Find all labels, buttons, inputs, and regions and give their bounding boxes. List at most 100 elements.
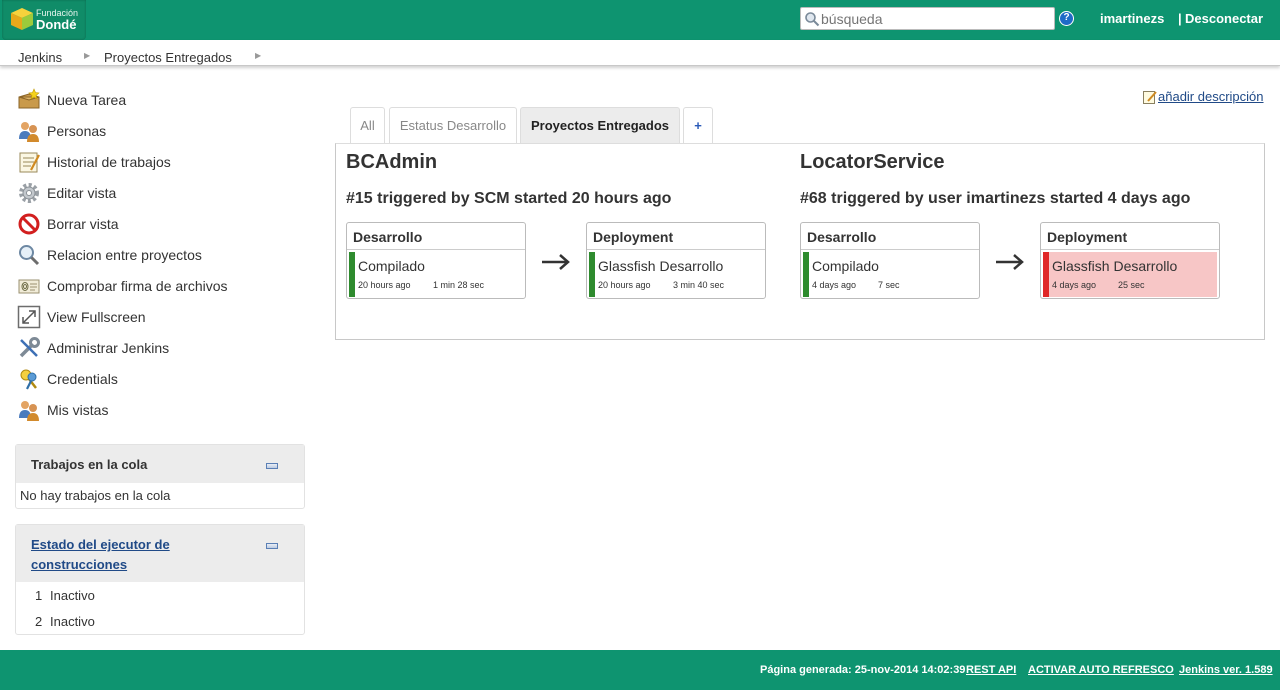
stage-header: Deployment bbox=[1041, 223, 1219, 250]
pipeline-trigger: #15 triggered by SCM started 20 hours ag… bbox=[346, 190, 672, 207]
collapse-icon[interactable] bbox=[266, 543, 278, 549]
status-bar bbox=[589, 252, 595, 297]
magnifier-icon bbox=[19, 245, 40, 266]
rest-api-link[interactable]: REST API bbox=[966, 664, 1016, 676]
collapse-icon[interactable] bbox=[266, 463, 278, 469]
tab-estatus-desarrollo[interactable]: Estatus Desarrollo bbox=[389, 107, 517, 143]
stage-header: Deployment bbox=[587, 223, 765, 250]
breadcrumb-proyectos-entregados[interactable]: Proyectos Entregados bbox=[104, 50, 232, 65]
build-queue-title: Trabajos en la cola bbox=[31, 457, 148, 472]
logo-text-line2: Dondé bbox=[36, 17, 77, 32]
stage-title: Deployment bbox=[1047, 229, 1128, 245]
executor-number: 2 bbox=[35, 614, 43, 629]
breadcrumb: Jenkins ▶ Proyectos Entregados ▶ bbox=[0, 40, 1280, 66]
pipeline-stage: Desarrollo Compilado 4 days ago 7 sec bbox=[800, 222, 980, 299]
pipeline-stage: Deployment Glassfish Desarrollo 20 hours… bbox=[586, 222, 766, 299]
build-queue-pane: Trabajos en la cola No hay trabajos en l… bbox=[15, 444, 305, 509]
build-duration: 25 sec bbox=[1118, 280, 1145, 290]
wrench-icon bbox=[19, 337, 40, 358]
task-label: Nueva Tarea bbox=[47, 92, 127, 108]
build-name: Glassfish Desarrollo bbox=[1052, 258, 1178, 274]
task-label: Relacion entre proyectos bbox=[47, 247, 202, 263]
build-when: 20 hours ago bbox=[358, 280, 411, 290]
new-package-icon bbox=[18, 88, 40, 109]
tab-add-view[interactable]: + bbox=[683, 107, 713, 143]
arrow-right-icon bbox=[542, 254, 570, 270]
pipeline-stage: Desarrollo Compilado 20 hours ago 1 min … bbox=[346, 222, 526, 299]
stage-title: Desarrollo bbox=[353, 229, 423, 245]
build-when: 4 days ago bbox=[1052, 280, 1097, 290]
build-name: Glassfish Desarrollo bbox=[598, 258, 724, 274]
stage-build[interactable]: Compilado 20 hours ago 1 min 28 sec bbox=[349, 252, 523, 297]
tab-proyectos-entregados[interactable]: Proyectos Entregados bbox=[520, 107, 680, 143]
executors-header: Estado del ejecutor de construcciones bbox=[16, 525, 304, 582]
page-generated: Página generada: 25-nov-2014 14:02:39 bbox=[760, 664, 966, 676]
user-group-icon bbox=[19, 122, 39, 142]
home-logo[interactable]: Fundación Dondé bbox=[2, 0, 86, 40]
pipeline-trigger: #68 triggered by user imartinezs started… bbox=[800, 190, 1191, 207]
task-label: Comprobar firma de archivos bbox=[47, 278, 228, 294]
build-duration: 7 sec bbox=[878, 280, 900, 290]
task-label: Mis vistas bbox=[47, 402, 109, 418]
pipeline-title[interactable]: LocatorService bbox=[800, 151, 945, 174]
executors-title-link[interactable]: Estado del ejecutor de bbox=[31, 537, 170, 552]
status-bar bbox=[349, 252, 355, 297]
no-entry-icon bbox=[18, 213, 40, 235]
keys-icon bbox=[20, 369, 37, 390]
search-icon bbox=[805, 12, 820, 27]
task-label: Credentials bbox=[47, 371, 118, 387]
jenkins-version-link[interactable]: Jenkins ver. 1.589 bbox=[1179, 664, 1273, 676]
stage-header: Desarrollo bbox=[801, 223, 979, 250]
stage-build[interactable]: Compilado 4 days ago 7 sec bbox=[803, 252, 977, 297]
build-duration: 1 min 28 sec bbox=[433, 280, 485, 290]
notepad-icon bbox=[19, 152, 40, 173]
breadcrumb-chevron-icon[interactable]: ▶ bbox=[84, 51, 90, 60]
logout-separator: | bbox=[1178, 11, 1182, 26]
build-name: Compilado bbox=[358, 258, 425, 274]
build-queue-empty: No hay trabajos en la cola bbox=[20, 488, 171, 503]
build-queue-header: Trabajos en la cola bbox=[16, 445, 304, 483]
cube-logo-icon bbox=[11, 8, 33, 30]
gear-icon bbox=[19, 183, 39, 203]
breadcrumb-chevron-icon[interactable]: ▶ bbox=[255, 51, 261, 60]
executors-title-link[interactable]: construcciones bbox=[31, 557, 127, 572]
task-label: Historial de trabajos bbox=[47, 154, 171, 170]
build-duration: 3 min 40 sec bbox=[673, 280, 725, 290]
stage-build[interactable]: Glassfish Desarrollo 20 hours ago 3 min … bbox=[589, 252, 763, 297]
page-footer: Página generada: 25-nov-2014 14:02:39 RE… bbox=[0, 650, 1280, 690]
stage-title: Deployment bbox=[593, 229, 674, 245]
build-when: 20 hours ago bbox=[598, 280, 651, 290]
executor-status: Inactivo bbox=[50, 614, 95, 629]
add-description-link[interactable]: añadir descripción bbox=[1158, 89, 1264, 104]
task-label: Personas bbox=[47, 123, 107, 139]
user-link[interactable]: imartinezs bbox=[1100, 11, 1164, 26]
build-when: 4 days ago bbox=[812, 280, 857, 290]
task-label: Borrar vista bbox=[47, 216, 119, 232]
edit-note-icon bbox=[1143, 91, 1157, 104]
pipeline-stage: Deployment Glassfish Desarrollo 4 days a… bbox=[1040, 222, 1220, 299]
executor-number: 1 bbox=[35, 588, 43, 603]
status-bar bbox=[803, 252, 809, 297]
executor-row: 2 Inactivo bbox=[35, 614, 95, 629]
pipeline-title[interactable]: BCAdmin bbox=[346, 151, 437, 174]
arrow-right-icon bbox=[996, 254, 1024, 270]
fingerprint-icon bbox=[18, 279, 40, 294]
search-box bbox=[800, 7, 1055, 30]
task-label: Administrar Jenkins bbox=[47, 340, 170, 356]
breadcrumb-jenkins[interactable]: Jenkins bbox=[18, 50, 62, 65]
tab-all[interactable]: All bbox=[350, 107, 385, 143]
search-input[interactable] bbox=[821, 9, 1051, 28]
task-label: View Fullscreen bbox=[47, 309, 146, 325]
top-header: Fundación Dondé ? imartinezs | Desconect… bbox=[0, 0, 1280, 40]
task-label: Editar vista bbox=[47, 185, 117, 201]
build-name: Compilado bbox=[812, 258, 879, 274]
user-group-icon bbox=[19, 401, 39, 421]
stage-build[interactable]: Glassfish Desarrollo 4 days ago 25 sec bbox=[1043, 252, 1217, 297]
status-bar bbox=[1043, 252, 1049, 297]
executors-pane: Estado del ejecutor de construcciones 1 … bbox=[15, 524, 305, 635]
auto-refresh-link[interactable]: ACTIVAR AUTO REFRESCO bbox=[1028, 664, 1174, 676]
executor-row: 1 Inactivo bbox=[35, 588, 95, 603]
help-icon[interactable]: ? bbox=[1059, 11, 1074, 26]
stage-title: Desarrollo bbox=[807, 229, 877, 245]
logout-link[interactable]: Desconectar bbox=[1185, 11, 1263, 26]
